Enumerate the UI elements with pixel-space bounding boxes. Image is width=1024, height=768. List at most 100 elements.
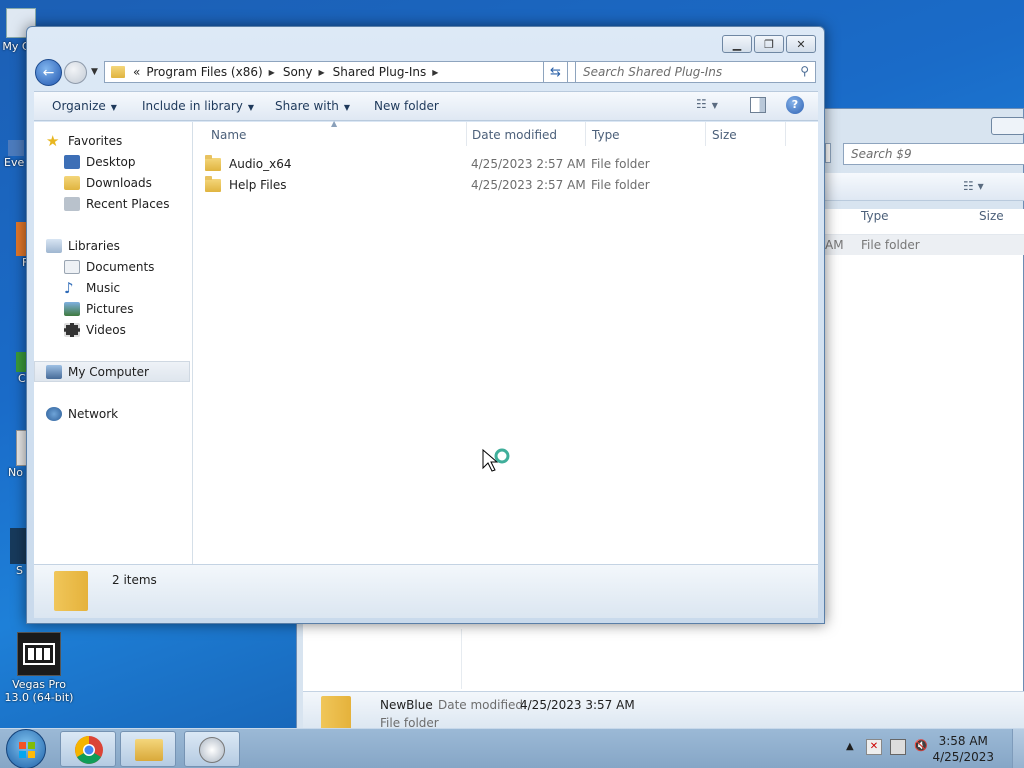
new-folder-button[interactable]: New folder xyxy=(374,99,439,113)
refresh-button[interactable]: ⇆ xyxy=(543,61,568,83)
views-button[interactable]: ☷ ▼ xyxy=(696,97,718,111)
back-button[interactable]: ← xyxy=(35,59,62,86)
refresh-button[interactable] xyxy=(825,143,831,163)
breadcrumb-program-files[interactable]: Program Files (x86) xyxy=(146,65,262,79)
network-status-icon[interactable] xyxy=(890,739,906,755)
explorer-window[interactable]: ▁ ❐ ✕ ← ▼ « Program Files (x86) ▶ Sony ▶… xyxy=(26,26,825,624)
nav-my-computer[interactable]: My Computer xyxy=(46,363,149,381)
organize-button[interactable]: Organize ▼ xyxy=(52,99,117,113)
item-count: 2 items xyxy=(112,573,157,587)
chevron-right-icon[interactable]: ▶ xyxy=(432,68,438,77)
column-header-type[interactable]: Type xyxy=(861,209,889,223)
minimize-button[interactable] xyxy=(991,117,1024,135)
refresh-icon: ⇆ xyxy=(550,64,561,80)
explorer-taskbar-button[interactable] xyxy=(120,731,176,767)
column-header-size[interactable]: Size xyxy=(979,209,1004,223)
documents-icon xyxy=(64,260,80,274)
breadcrumb-sony[interactable]: Sony xyxy=(283,65,313,79)
search-input[interactable]: Search Shared Plug-Ins ⚲ xyxy=(575,61,816,83)
toolbar: ☷ ▾ xyxy=(825,173,1024,201)
installer-taskbar-button[interactable] xyxy=(184,731,240,767)
chevron-right-icon[interactable]: ▶ xyxy=(269,68,275,77)
volume-muted-icon[interactable]: 🔇 xyxy=(914,739,930,755)
forward-button[interactable] xyxy=(64,61,87,84)
chevron-right-icon[interactable]: ▶ xyxy=(319,68,325,77)
file-name: Help Files xyxy=(229,178,287,192)
nav-desktop[interactable]: Desktop xyxy=(64,153,136,171)
nav-label: Videos xyxy=(86,323,126,337)
organize-label: Organize xyxy=(52,99,106,113)
views-icon[interactable]: ☷ ▾ xyxy=(963,179,984,193)
row-date: AM xyxy=(825,238,844,252)
column-header-size[interactable]: Size xyxy=(706,122,786,146)
chevron-down-icon: ▼ xyxy=(711,101,718,110)
clock[interactable]: 3:58 AM 4/25/2023 xyxy=(932,733,994,765)
desktop-icon-label: C xyxy=(18,372,26,385)
search-input[interactable]: Search $9 xyxy=(843,143,1024,165)
column-header-name[interactable]: Name xyxy=(205,122,467,146)
clock-time: 3:58 AM xyxy=(938,734,988,748)
table-row[interactable]: AM File folder xyxy=(825,235,1024,255)
desktop-icon-no[interactable]: No xyxy=(6,430,28,479)
file-name: Audio_x64 xyxy=(229,157,292,171)
nav-documents[interactable]: Documents xyxy=(64,258,154,276)
close-button[interactable]: ✕ xyxy=(786,35,816,53)
nav-downloads[interactable]: Downloads xyxy=(64,174,152,192)
start-button[interactable] xyxy=(6,729,46,768)
row-type: File folder xyxy=(861,238,920,252)
nav-favorites[interactable]: ★ Favorites xyxy=(46,132,122,150)
nav-pictures[interactable]: Pictures xyxy=(64,300,134,318)
nav-network[interactable]: Network xyxy=(46,405,118,423)
taskbar: ▲ ✕ 🔇 3:58 AM 4/25/2023 xyxy=(0,728,1024,768)
minimize-button[interactable]: ▁ xyxy=(722,35,752,53)
chrome-taskbar-button[interactable] xyxy=(60,731,116,767)
preview-date-value: 4/25/2023 3:57 AM xyxy=(520,698,635,712)
nav-recent-places[interactable]: Recent Places xyxy=(64,195,169,213)
address-bar[interactable]: « Program Files (x86) ▶ Sony ▶ Shared Pl… xyxy=(104,61,594,83)
search-icon: ⚲ xyxy=(800,64,809,78)
nav-libraries[interactable]: Libraries xyxy=(46,237,120,255)
nav-label: Music xyxy=(86,281,121,295)
desktop-icon-c[interactable]: C xyxy=(8,352,28,385)
nav-videos[interactable]: Videos xyxy=(64,321,126,339)
show-desktop-button[interactable] xyxy=(1012,729,1024,768)
caption-buttons: ▁ ❐ ✕ xyxy=(722,35,816,53)
desktop-icon-eve[interactable]: Eve xyxy=(0,140,28,169)
folder-icon xyxy=(135,739,163,761)
preview-date-label: Date modified: xyxy=(438,698,528,712)
show-hidden-icons-button[interactable]: ▲ xyxy=(846,741,854,752)
chevron-down-icon: ▼ xyxy=(110,103,117,112)
column-header-type[interactable]: Type xyxy=(586,122,706,146)
desktop-icon-f[interactable]: F xyxy=(4,222,32,269)
desktop-icon-label: Vegas Pro 13.0 (64-bit) xyxy=(4,678,74,704)
column-header-date[interactable]: Date modified xyxy=(466,122,586,146)
action-center-icon[interactable]: ✕ xyxy=(866,739,882,755)
pictures-icon xyxy=(64,302,80,316)
help-icon[interactable]: ? xyxy=(786,96,804,114)
breadcrumb-overflow[interactable]: « xyxy=(133,65,140,79)
vegas-pro-desktop-icon[interactable]: Vegas Pro 13.0 (64-bit) xyxy=(2,632,76,704)
share-with-button[interactable]: Share with ▼ xyxy=(275,99,350,113)
arrow-left-icon: ← xyxy=(42,64,55,81)
nav-label: Pictures xyxy=(86,302,134,316)
nav-label: Libraries xyxy=(68,239,120,253)
include-in-library-button[interactable]: Include in library ▼ xyxy=(142,99,254,113)
breadcrumb-shared-plugins[interactable]: Shared Plug-Ins xyxy=(333,65,427,79)
videos-icon xyxy=(64,323,80,337)
navigation-pane: ★ Favorites Desktop Downloads Recent Plac… xyxy=(34,122,193,564)
table-row[interactable]: Audio_x64 4/25/2023 2:57 AM File folder xyxy=(205,154,805,174)
network-icon xyxy=(46,407,62,421)
clock-date: 4/25/2023 xyxy=(932,750,994,764)
desktop-icon-s[interactable]: S xyxy=(10,528,26,577)
preview-pane-icon[interactable] xyxy=(750,97,766,113)
share-label: Share with xyxy=(275,99,339,113)
nav-music[interactable]: ♪ Music xyxy=(64,279,120,297)
recent-pages-dropdown[interactable]: ▼ xyxy=(91,67,98,77)
table-row[interactable]: Help Files 4/25/2023 2:57 AM File folder xyxy=(205,175,805,195)
folder-icon xyxy=(54,571,88,611)
installer-icon xyxy=(199,737,225,763)
folder-icon xyxy=(321,696,351,732)
views-icon: ☷ xyxy=(696,97,707,111)
maximize-button[interactable]: ❐ xyxy=(754,35,784,53)
command-bar: Organize ▼ Include in library ▼ Share with… xyxy=(34,91,818,121)
